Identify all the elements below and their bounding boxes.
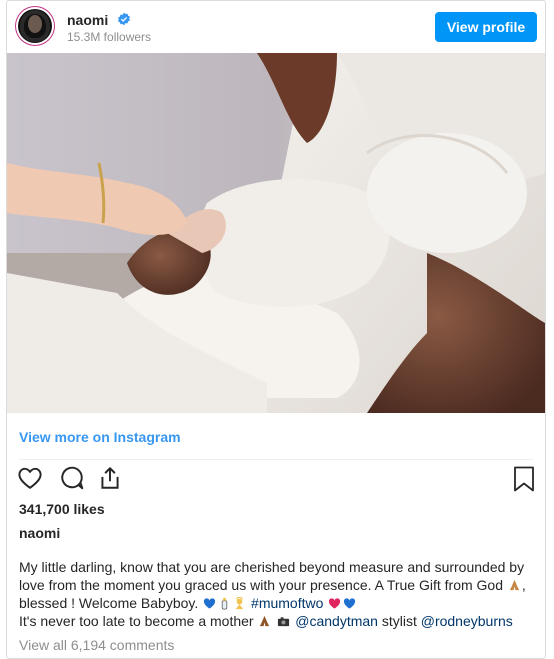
heart-icon[interactable] (17, 465, 43, 491)
praying-hands-icon (260, 615, 270, 627)
bookmark-icon[interactable] (513, 466, 535, 492)
comment-icon[interactable] (59, 465, 85, 491)
share-icon[interactable] (97, 465, 123, 491)
avatar-face (28, 15, 42, 33)
baby-photo-image (7, 53, 545, 413)
username-link[interactable]: naomi (67, 12, 108, 28)
view-profile-button[interactable]: View profile (435, 12, 537, 42)
like-count[interactable]: 341,700 likes (19, 501, 105, 517)
caption-text: My little darling, know that you are che… (19, 559, 526, 629)
red-heart-icon (329, 598, 341, 609)
caption-line-1: My little darling, know that you are che… (19, 559, 525, 593)
camera-icon (278, 617, 290, 627)
post-header: naomi 15.3M followers View profile (7, 1, 545, 53)
post-photo[interactable] (7, 53, 545, 413)
mention-link-1[interactable]: @candytman (295, 613, 378, 629)
blue-heart-icon (344, 598, 356, 609)
verified-badge-icon (118, 12, 130, 26)
caption-line-2: blessed ! Welcome Babyboy. (19, 595, 199, 611)
hashtag-link[interactable]: #mumoftwo (251, 595, 323, 611)
avatar[interactable] (18, 9, 52, 43)
blue-heart-icon (204, 598, 216, 609)
divider (19, 459, 533, 460)
praying-hands-icon (509, 579, 520, 591)
mention-link-2[interactable]: @rodneyburns (421, 613, 513, 629)
view-all-comments-link[interactable]: View all 6,194 comments (19, 637, 174, 653)
caption-username[interactable]: naomi (19, 525, 60, 541)
view-more-link[interactable]: View more on Instagram (19, 429, 181, 445)
caption-line-4: stylist (381, 613, 417, 629)
instagram-embed-card: naomi 15.3M followers View profile View … (6, 0, 546, 659)
angel-icon (235, 597, 244, 610)
baby-bottle-icon (221, 597, 228, 610)
caption-line-3: It's never too late to become a mother (19, 613, 254, 629)
follower-count: 15.3M followers (67, 30, 152, 44)
